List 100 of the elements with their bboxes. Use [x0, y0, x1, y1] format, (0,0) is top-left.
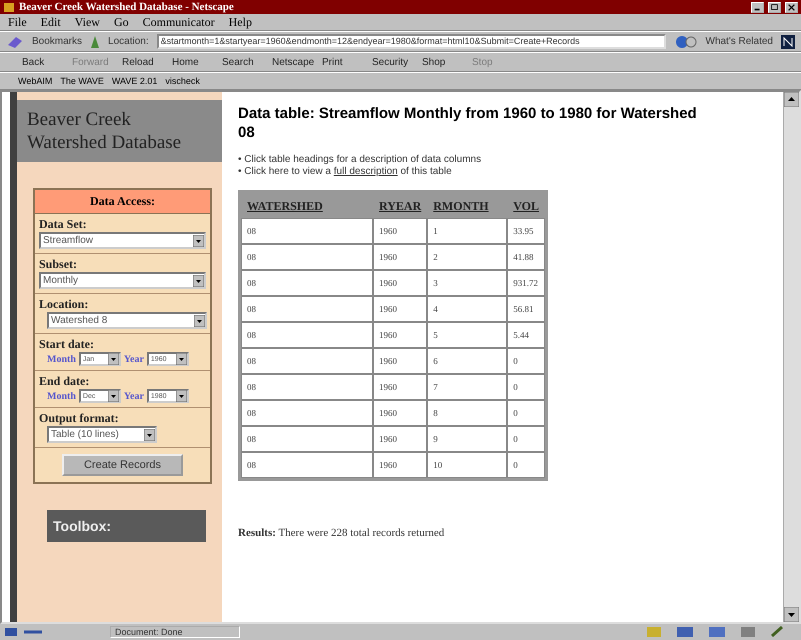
results-text: Results: There were 228 total records returned [238, 527, 446, 539]
table-cell: 1960 [373, 374, 428, 400]
menu-item[interactable]: File [8, 15, 27, 29]
field-label: Location: [39, 297, 90, 312]
dropdown-arrow-icon [193, 274, 204, 286]
field-label: Subset: [39, 257, 78, 272]
bullet-note: • Click here to view a full description of this table [238, 166, 453, 178]
url-field[interactable]: &startmonth=1&startyear=1960&endmonth=12&endyear=1980&format=html10&Submit=Create+Records [156, 34, 666, 49]
dropdown[interactable]: Watershed 8 [47, 312, 207, 329]
dropdown[interactable]: Streamflow [39, 232, 206, 249]
field-label: Start date: [39, 337, 95, 352]
table-cell: 0 [507, 400, 546, 426]
menu-item[interactable]: Communicator [142, 15, 215, 29]
table-cell: 0 [507, 374, 546, 400]
minimize-icon[interactable] [751, 2, 764, 12]
location-icon [90, 34, 100, 48]
table-cell: 08 [241, 400, 373, 426]
table-cell: 1960 [373, 270, 428, 296]
panel-title: Data Access: [35, 190, 210, 214]
scroll-up-icon[interactable] [784, 92, 799, 107]
table-cell: 1960 [373, 244, 428, 270]
dropdown-arrow-icon [144, 428, 155, 440]
month-label: Month [47, 390, 76, 402]
dropdown-arrow-icon [108, 390, 119, 402]
table-cell: 3 [427, 270, 508, 296]
dropdown-arrow-icon [194, 314, 205, 326]
personal-link[interactable]: WebAIM [18, 76, 52, 86]
toolbar-button[interactable]: Reload [122, 56, 172, 68]
table-cell: 08 [241, 452, 373, 478]
personal-link[interactable]: The WAVE [60, 76, 104, 86]
table-cell: 56.81 [507, 296, 546, 322]
table-cell: 0 [507, 426, 546, 452]
table-cell: 1960 [373, 452, 428, 478]
table-cell: 9 [427, 426, 508, 452]
dropdown-arrow-icon [108, 353, 119, 365]
table-cell: 08 [241, 374, 373, 400]
table-cell: 1960 [373, 296, 428, 322]
menu-item[interactable]: Go [114, 15, 129, 29]
table-cell: 08 [241, 218, 373, 244]
toolbar-button[interactable]: Shop [422, 56, 472, 68]
connection-icon [4, 626, 44, 638]
window-title: Beaver Creek Watershed Database - Netscape [19, 1, 235, 13]
table-cell: 08 [241, 322, 373, 348]
netscape-logo-icon [781, 34, 795, 48]
menu-item[interactable]: Help [228, 15, 252, 29]
table-cell: 6 [427, 348, 508, 374]
table-cell: 7 [427, 374, 508, 400]
maximize-icon[interactable] [768, 2, 781, 12]
table-cell: 2 [427, 244, 508, 270]
menu-item[interactable]: Edit [40, 15, 61, 29]
table-cell: 08 [241, 270, 373, 296]
table-cell: 08 [241, 348, 373, 374]
table-cell: 1960 [373, 218, 428, 244]
table-cell: 08 [241, 296, 373, 322]
field-label: Output format: [39, 411, 120, 426]
dropdown-arrow-icon [176, 390, 187, 402]
toolbox-header: Toolbox: [47, 510, 206, 542]
table-cell: 5 [427, 322, 508, 348]
table-cell: 0 [507, 348, 546, 374]
toolbar-button[interactable]: Print [322, 56, 372, 68]
table-cell: 8 [427, 400, 508, 426]
table-cell: 08 [241, 244, 373, 270]
table-cell: 33.95 [507, 218, 546, 244]
close-icon[interactable] [785, 2, 798, 12]
year-label: Year [124, 354, 144, 364]
personal-link[interactable]: vischeck [165, 76, 200, 86]
create-records-button[interactable]: Create Records [62, 454, 184, 476]
table-cell: 0 [507, 452, 546, 478]
status-text: Document: Done [110, 626, 240, 638]
table-cell: 41.88 [507, 244, 546, 270]
table-cell: 1960 [373, 348, 428, 374]
page-heading: Data table: Streamflow Monthly from 1960 to 1980 for Watershed 08 [238, 104, 698, 142]
full-description-link[interactable]: full description [334, 166, 398, 177]
toolbar-button[interactable]: Search [222, 56, 272, 68]
table-cell: 1960 [373, 322, 428, 348]
bookmarks-button[interactable]: Bookmarks [32, 36, 82, 47]
table-cell: 1 [427, 218, 508, 244]
table-cell: 08 [241, 426, 373, 452]
dropdown[interactable]: Monthly [39, 272, 206, 289]
table-cell: 931.72 [507, 270, 546, 296]
bullet-note: • Click table headings for a description of data columns [238, 154, 482, 166]
toolbar-button[interactable]: Security [372, 56, 422, 68]
scroll-down-icon[interactable] [784, 607, 799, 622]
table-cell: 1960 [373, 426, 428, 452]
toolbar-button[interactable]: Back [22, 56, 72, 68]
personal-link[interactable]: WAVE 2.01 [112, 76, 158, 86]
dropdown[interactable]: Table (10 lines) [47, 426, 157, 443]
month-label: Month [47, 354, 76, 364]
whats-related-button[interactable]: What's Related [706, 36, 773, 47]
dropdown-arrow-icon [176, 353, 187, 365]
table-cell: 1960 [373, 400, 428, 426]
year-label: Year [124, 390, 144, 402]
site-title: Beaver Creek Watershed Database [17, 100, 222, 162]
dropdown-arrow-icon [193, 234, 204, 246]
location-label: Location: [108, 36, 149, 47]
toolbar-button[interactable]: Netscape [272, 56, 322, 68]
menu-item[interactable]: View [74, 15, 100, 29]
bookmark-icon [6, 34, 24, 48]
field-label: Data Set: [39, 217, 88, 232]
toolbar-button[interactable]: Home [172, 56, 222, 68]
